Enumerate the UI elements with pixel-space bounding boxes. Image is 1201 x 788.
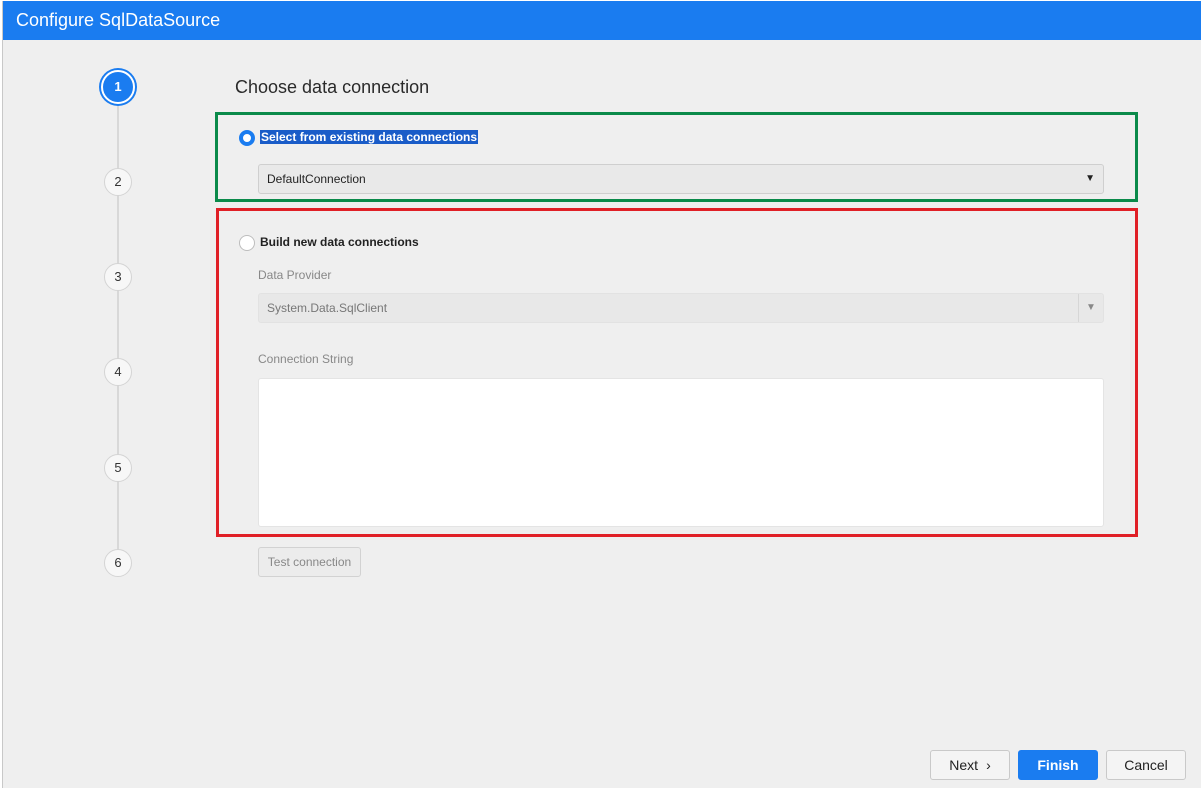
cancel-button[interactable]: Cancel: [1106, 750, 1186, 780]
dropdown-arrow-icon: ▼: [1078, 294, 1103, 322]
step-1[interactable]: 1: [101, 70, 135, 104]
existing-connection-value: DefaultConnection: [267, 172, 366, 186]
next-label: Next: [949, 757, 979, 773]
dropdown-arrow-icon: ▼: [1085, 173, 1095, 184]
finish-button[interactable]: Finish: [1018, 750, 1098, 780]
window-title: Configure SqlDataSource: [3, 1, 1201, 40]
next-button[interactable]: Next ›: [930, 750, 1010, 780]
build-new-connection-label[interactable]: Build new data connections: [260, 235, 419, 249]
test-connection-button[interactable]: Test connection: [258, 547, 361, 577]
chevron-right-icon: ›: [986, 757, 991, 773]
connection-string-label: Connection String: [258, 352, 354, 366]
existing-connection-select[interactable]: DefaultConnection ▼: [258, 164, 1104, 194]
step-3[interactable]: 3: [104, 263, 132, 291]
existing-connection-radio[interactable]: [239, 130, 255, 146]
step-2[interactable]: 2: [104, 168, 132, 196]
existing-connection-label[interactable]: Select from existing data connections: [260, 130, 479, 144]
data-provider-value: System.Data.SqlClient: [267, 301, 388, 315]
build-new-connection-radio[interactable]: [239, 235, 255, 251]
connection-string-input[interactable]: [258, 378, 1104, 527]
data-provider-label: Data Provider: [258, 268, 332, 282]
step-4[interactable]: 4: [104, 358, 132, 386]
page-title: Choose data connection: [235, 77, 430, 97]
step-6[interactable]: 6: [104, 549, 132, 577]
data-provider-select[interactable]: System.Data.SqlClient ▼: [258, 293, 1104, 323]
dialog-window: Configure SqlDataSource 1 2 3 4 5 6 Choo…: [2, 1, 1201, 788]
step-5[interactable]: 5: [104, 454, 132, 482]
